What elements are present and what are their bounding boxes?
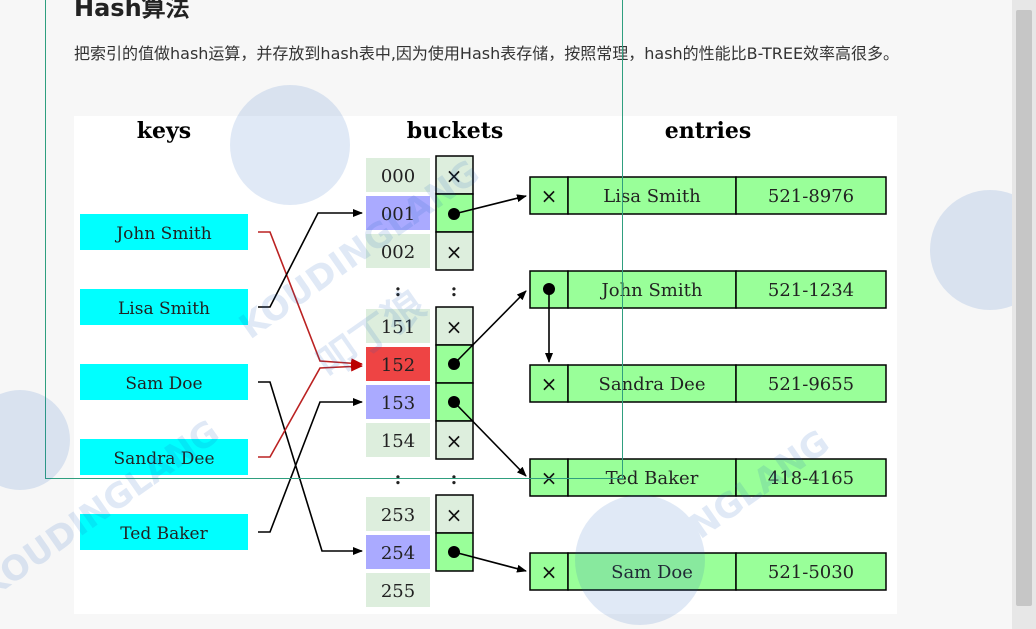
bucket-253: 253 [366, 497, 430, 531]
svg-text:153: 153 [381, 393, 415, 414]
svg-text:Sandra Dee: Sandra Dee [113, 449, 214, 469]
bucket-255: 255 [366, 573, 430, 607]
key-lisa-smith: Lisa Smith [80, 289, 248, 325]
entry-phone-ted-baker: 418-4165 [768, 468, 854, 489]
bucket-152: 152 [366, 347, 430, 381]
bucket-153: 153 [366, 385, 430, 419]
entry-null-sam-doe: × [541, 560, 558, 584]
section-paragraph: 把索引的值做hash运算，并存放到hash表中,因为使用Hash表存储，按照常理… [74, 44, 900, 63]
hash-arrow-sam-doe [258, 381, 363, 555]
svg-text:001: 001 [381, 204, 415, 225]
entry-name-sandra-dee: Sandra Dee [599, 374, 706, 395]
svg-text:151: 151 [381, 317, 415, 338]
svg-text:John Smith: John Smith [114, 224, 211, 244]
svg-text:000: 000 [381, 166, 415, 187]
svg-text:Sam Doe: Sam Doe [125, 374, 202, 394]
vertical-scrollbar[interactable] [1012, 0, 1036, 629]
null-mark-154: × [446, 429, 463, 453]
entry-name-sam-doe: Sam Doe [611, 562, 693, 583]
entry-phone-sandra-dee: 521-9655 [768, 374, 854, 395]
section-title: Hash算法 [74, 0, 190, 22]
scrollbar-thumb[interactable] [1016, 10, 1032, 606]
pointer-ellipsis-1: : [451, 280, 458, 301]
entry-null-ted-baker: × [541, 466, 558, 490]
key-john-smith: John Smith [80, 214, 248, 250]
svg-text:154: 154 [381, 431, 415, 452]
entry-name-ted-baker: Ted Baker [606, 468, 699, 489]
svg-text:254: 254 [381, 543, 415, 564]
bucket-ellipsis-2: : [395, 468, 402, 489]
entry-phone-john-smith: 521-1234 [768, 280, 854, 301]
bucket-ellipsis-1: : [395, 280, 402, 301]
header-buckets: buckets [407, 118, 504, 144]
null-mark-151: × [446, 315, 463, 339]
bucket-001: 001 [366, 196, 430, 230]
null-mark-253: × [446, 503, 463, 527]
entry-null-sandra-dee: × [541, 372, 558, 396]
svg-text:002: 002 [381, 242, 415, 263]
bucket-254: 254 [366, 535, 430, 569]
svg-text:253: 253 [381, 505, 415, 526]
pointer-ellipsis-2: : [451, 468, 458, 489]
entry-null-lisa-smith: × [541, 184, 558, 208]
bucket-151: 151 [366, 309, 430, 343]
svg-text:Lisa Smith: Lisa Smith [118, 299, 210, 319]
bucket-154: 154 [366, 423, 430, 457]
entry-phone-lisa-smith: 521-8976 [768, 186, 854, 207]
hash-arrow-lisa-smith [258, 209, 363, 308]
hash-arrow-sandra-dee [258, 361, 363, 458]
entry-name-lisa-smith: Lisa Smith [603, 186, 701, 207]
key-sam-doe: Sam Doe [80, 364, 248, 400]
key-sandra-dee: Sandra Dee [80, 439, 248, 475]
hash-table-diagram: keys buckets entries John Smith Lisa Smi… [74, 116, 897, 614]
null-mark-002: × [446, 240, 463, 264]
svg-text:255: 255 [381, 581, 415, 602]
entry-name-john-smith: John Smith [600, 280, 703, 301]
bucket-002: 002 [366, 234, 430, 268]
null-mark-000: × [446, 164, 463, 188]
svg-text:152: 152 [381, 355, 415, 376]
hash-arrow-john-smith [258, 231, 363, 369]
svg-text:Ted Baker: Ted Baker [120, 524, 208, 544]
header-entries: entries [665, 118, 752, 144]
entry-phone-sam-doe: 521-5030 [768, 562, 854, 583]
article-content: Hash算法 把索引的值做hash运算，并存放到hash表中,因为使用Hash表… [0, 0, 1012, 629]
bucket-000: 000 [366, 158, 430, 192]
key-ted-baker: Ted Baker [80, 514, 248, 550]
header-keys: keys [137, 118, 191, 144]
